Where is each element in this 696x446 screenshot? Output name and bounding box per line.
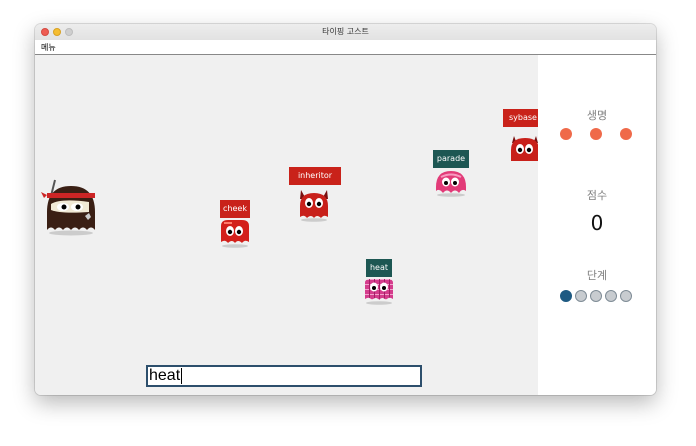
lives-label: 생명	[586, 109, 608, 122]
window-title: 타이핑 고스트	[322, 27, 369, 36]
status-panel: 생명 점수 0 단계	[538, 55, 656, 395]
pink-octopus-ghost	[436, 171, 466, 197]
game-window: 타이핑 고스트 메뉴 sybase parade inheritor cheek…	[35, 24, 656, 395]
red-cube-ghost	[221, 220, 249, 248]
typing-input[interactable]: heat	[146, 365, 422, 387]
stage-indicator-2	[575, 290, 587, 302]
text-caret	[181, 367, 183, 384]
plaid-cube-ghost	[365, 279, 393, 305]
stage-indicator-1	[560, 290, 572, 302]
life-indicator	[620, 128, 632, 140]
menu-bar: 메뉴	[35, 40, 656, 55]
red-devil-ghost	[511, 136, 538, 161]
stage-indicator-5	[620, 290, 632, 302]
ghost-word-label: parade	[433, 150, 469, 168]
typing-input-value: heat	[149, 367, 181, 384]
ghost-word-label: inheritor	[289, 167, 341, 185]
game-playfield: sybase parade inheritor cheek heat heat	[35, 55, 538, 395]
ninja-ghost-player	[41, 179, 95, 236]
stage-indicator-4	[605, 290, 617, 302]
red-devil-ghost	[300, 190, 328, 222]
ghost-word-label: cheek	[220, 200, 250, 218]
stage-indicator-3	[590, 290, 602, 302]
ghost-word-label: heat	[366, 259, 392, 277]
ghost-word-label: sybase	[503, 109, 538, 127]
life-indicator	[590, 128, 602, 140]
stage-label: 단계	[586, 269, 608, 282]
title-bar: 타이핑 고스트	[35, 24, 656, 41]
score-label: 점수	[586, 189, 608, 202]
life-indicator	[560, 128, 572, 140]
score-value: 0	[590, 211, 604, 235]
menu-item-menu[interactable]: 메뉴	[41, 42, 56, 53]
